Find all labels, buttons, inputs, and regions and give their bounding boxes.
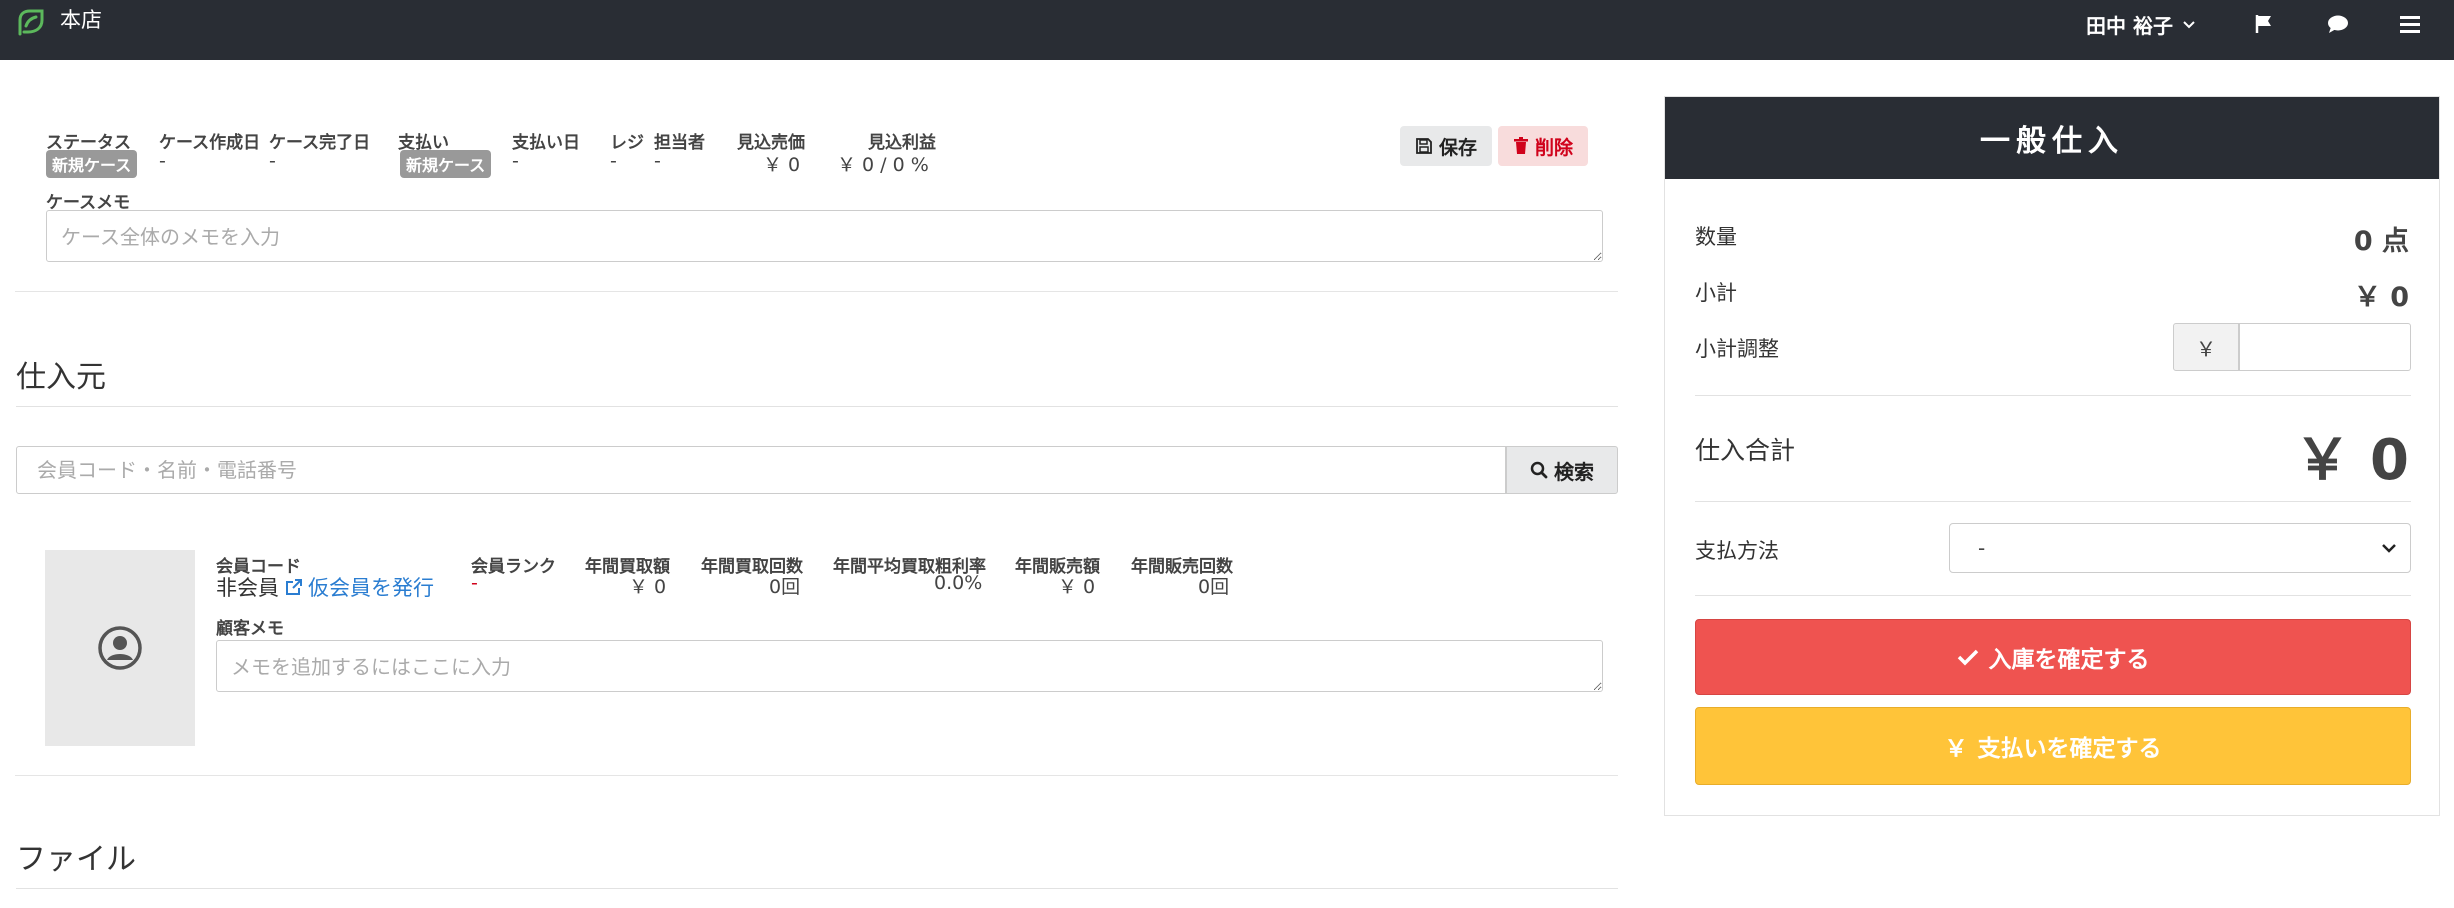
case-memo-input[interactable] <box>46 210 1603 262</box>
check-icon <box>1957 649 1978 666</box>
avatar <box>45 550 195 746</box>
issue-temp-member-link[interactable]: 仮会員を発行 <box>285 572 434 602</box>
member-rank-label: 会員ランク <box>471 557 556 577</box>
quantity-label: 数量 <box>1695 225 1737 249</box>
logo-icon[interactable] <box>14 6 46 38</box>
purchase-summary-panel: 一般仕入 数量 0 点 小計 ￥ 0 小計調整 ￥ 仕入合計 ￥ 0 支払方法 … <box>1664 96 2440 816</box>
save-button[interactable]: 保存 <box>1400 126 1492 166</box>
supplier-section-title: 仕入元 <box>16 360 106 395</box>
delete-label: 削除 <box>1534 136 1573 159</box>
trash-icon <box>1513 137 1528 154</box>
flag-icon[interactable] <box>2250 10 2278 38</box>
status-badge: 新規ケース <box>46 150 138 178</box>
payment-method-label: 支払方法 <box>1695 539 1779 563</box>
panel-divider-3 <box>1695 595 2411 596</box>
yen-addon: ￥ <box>2173 323 2239 371</box>
confirm-payment-button[interactable]: ￥ 支払いを確定する <box>1695 707 2411 785</box>
member-code-value: 非会員 <box>216 576 279 600</box>
payment-date-value: - <box>512 150 519 172</box>
chevron-down-icon <box>2382 544 2396 553</box>
payment-method-value: - <box>1978 536 1986 560</box>
member-card: 会員コード 非会員 仮会員を発行 会員ランク - 年間買取額 ￥ 0 年間買取回… <box>15 520 1618 776</box>
search-button[interactable]: 検索 <box>1506 446 1618 494</box>
member-search-input[interactable] <box>16 446 1506 494</box>
store-name[interactable]: 本店 <box>60 6 102 34</box>
payment-date-label: 支払い日 <box>512 133 580 153</box>
search-label: 検索 <box>1554 459 1594 484</box>
case-info-card: ステータス 新規ケース ケース作成日 - ケース完了日 - 支払い 新規ケース … <box>15 100 1618 292</box>
created-date-value: - <box>159 150 166 172</box>
issue-temp-member-label: 仮会員を発行 <box>308 576 434 600</box>
panel-title: 一般仕入 <box>1665 97 2439 179</box>
user-circle-icon <box>98 626 142 670</box>
expected-profit-value: ￥ 0 / 0 % <box>837 154 929 176</box>
subtotal-value: ￥ 0 <box>2353 282 2409 313</box>
panel-divider-2 <box>1695 501 2411 502</box>
panel-divider-1 <box>1695 395 2411 396</box>
staff-label: 担当者 <box>654 133 705 153</box>
chat-icon[interactable] <box>2324 10 2352 38</box>
register-value: - <box>610 150 617 172</box>
yen-icon: ￥ <box>1944 736 1968 762</box>
subtotal-label: 小計 <box>1695 281 1737 305</box>
payment-method-select[interactable]: - <box>1949 523 2411 573</box>
completed-date-label: ケース完了日 <box>269 133 371 153</box>
annual-sales-count-value: 0回 <box>1198 576 1230 598</box>
annual-margin-rate-value: 0.0% <box>934 572 983 594</box>
files-divider <box>16 888 1618 889</box>
subtotal-adjust-input[interactable] <box>2239 323 2411 371</box>
confirm-receipt-label: 入庫を確定する <box>1988 647 2150 673</box>
chevron-down-icon <box>2183 21 2195 29</box>
confirm-receipt-button[interactable]: 入庫を確定する <box>1695 619 2411 695</box>
customer-memo-input[interactable] <box>216 640 1603 692</box>
total-value: ￥ 0 <box>2294 428 2409 493</box>
annual-sales-amount-value: ￥ 0 <box>1058 576 1096 598</box>
save-icon <box>1416 138 1432 154</box>
search-icon <box>1530 461 1548 479</box>
user-menu[interactable]: 田中 裕子 <box>2086 10 2197 38</box>
completed-date-value: - <box>269 150 276 172</box>
total-label: 仕入合計 <box>1695 436 1796 465</box>
payment-status-badge: 新規ケース <box>400 150 492 178</box>
supplier-divider <box>16 406 1618 407</box>
annual-purchase-amount-value: ￥ 0 <box>629 576 667 598</box>
menu-icon[interactable] <box>2396 10 2424 38</box>
external-link-icon <box>286 579 302 595</box>
annual-purchase-count-value: 0回 <box>769 576 801 598</box>
quantity-value: 0 点 <box>2353 226 2409 257</box>
member-rank-value: - <box>471 572 478 594</box>
user-name: 田中 裕子 <box>2086 13 2173 38</box>
files-section-title: ファイル <box>16 842 136 877</box>
created-date-label: ケース作成日 <box>159 133 261 153</box>
staff-value: - <box>654 150 661 172</box>
delete-button[interactable]: 削除 <box>1498 126 1588 166</box>
top-navbar: 本店 田中 裕子 <box>0 0 2454 60</box>
customer-memo-label: 顧客メモ <box>216 619 284 639</box>
confirm-payment-label: 支払いを確定する <box>1977 736 2162 762</box>
save-label: 保存 <box>1438 136 1477 159</box>
subtotal-adjust-label: 小計調整 <box>1695 337 1779 361</box>
expected-price-value: ￥ 0 <box>763 154 801 176</box>
